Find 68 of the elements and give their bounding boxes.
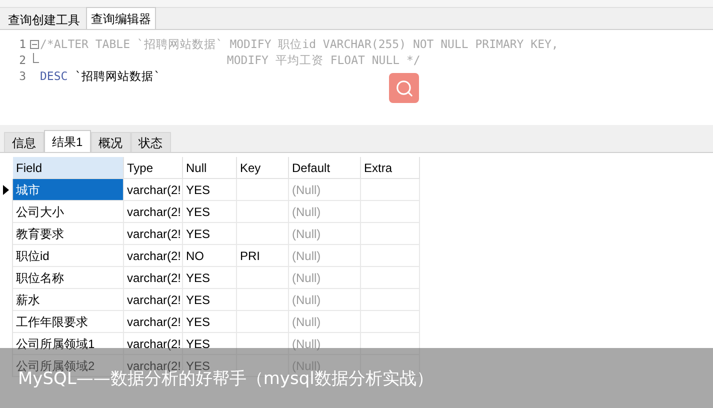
table-row[interactable]: 公司所属领域1 varchar(2! YES (Null) bbox=[0, 333, 713, 355]
line-number: 1 bbox=[18, 36, 27, 52]
search-icon bbox=[394, 78, 414, 98]
table-row[interactable]: 职位id varchar(2! NO PRI (Null) bbox=[0, 245, 713, 267]
table-cell: 公司所属领域1 bbox=[13, 333, 124, 355]
code-comment: MODIFY 平均工资 FLOAT NULL */ bbox=[226, 52, 420, 68]
table-cell: varchar(2! bbox=[124, 311, 183, 333]
table-cell: varchar(2! bbox=[124, 267, 183, 289]
table-row[interactable]: 薪水 varchar(2! YES (Null) bbox=[0, 289, 713, 311]
table-cell: 工作年限要求 bbox=[13, 311, 124, 333]
line-number: 2 bbox=[18, 52, 27, 68]
code-keyword: DESC bbox=[40, 68, 68, 84]
column-header[interactable]: Type bbox=[124, 157, 183, 179]
table-cell: 城市 bbox=[13, 179, 124, 201]
table-cell: YES bbox=[183, 289, 237, 311]
result-tab[interactable]: 状态 bbox=[130, 132, 171, 152]
table-cell: YES bbox=[183, 223, 237, 245]
table-cell: (Null) bbox=[289, 289, 361, 311]
column-header[interactable]: Null bbox=[183, 157, 237, 179]
table-cell bbox=[361, 333, 420, 355]
column-header[interactable]: Default bbox=[289, 157, 361, 179]
column-header[interactable]: Extra bbox=[361, 157, 420, 179]
table-cell: varchar(2! bbox=[124, 245, 183, 267]
table-row[interactable]: 公司大小 varchar(2! YES (Null) bbox=[0, 201, 713, 223]
table-row[interactable]: 工作年限要求 varchar(2! YES (Null) bbox=[0, 311, 713, 333]
column-header[interactable]: Field bbox=[13, 157, 124, 179]
table-cell: (Null) bbox=[289, 333, 361, 355]
result-tab[interactable]: 概况 bbox=[90, 132, 131, 152]
code-text: `招聘网站数据` bbox=[74, 68, 161, 84]
fold-icon[interactable] bbox=[30, 40, 38, 48]
table-cell: YES bbox=[183, 311, 237, 333]
table-row[interactable]: 城市 varchar(2! YES (Null) bbox=[0, 179, 713, 201]
table-cell: (Null) bbox=[289, 311, 361, 333]
result-tab[interactable]: 结果1 bbox=[44, 130, 91, 152]
table-cell: 薪水 bbox=[13, 289, 124, 311]
table-cell: (Null) bbox=[289, 201, 361, 223]
table-cell: NO bbox=[183, 245, 237, 267]
table-cell: YES bbox=[183, 179, 237, 201]
table-cell: YES bbox=[183, 201, 237, 223]
result-tab[interactable]: 信息 bbox=[4, 132, 44, 152]
table-cell: (Null) bbox=[289, 223, 361, 245]
table-cell: 公司大小 bbox=[13, 201, 124, 223]
table-row[interactable]: 教育要求 varchar(2! YES (Null) bbox=[0, 223, 713, 245]
table-cell: (Null) bbox=[289, 245, 361, 267]
code-comment: /*ALTER TABLE `招聘网站数据` MODIFY 职位id VARCHAR(255) NOT NULL PRIMARY KEY, bbox=[40, 36, 558, 52]
editor-tab[interactable]: 查询编辑器 bbox=[86, 7, 156, 29]
table-cell: 教育要求 bbox=[13, 223, 124, 245]
table-cell: varchar(2! bbox=[124, 201, 183, 223]
table-cell: varchar(2! bbox=[124, 223, 183, 245]
line-number: 3 bbox=[18, 68, 27, 84]
current-row-icon bbox=[3, 185, 9, 195]
table-cell: varchar(2! bbox=[124, 289, 183, 311]
table-cell bbox=[237, 179, 289, 201]
column-header[interactable]: Key bbox=[237, 157, 289, 179]
fold-end-icon bbox=[32, 53, 38, 63]
table-cell: varchar(2! bbox=[124, 333, 183, 355]
table-cell: YES bbox=[183, 267, 237, 289]
table-cell: (Null) bbox=[289, 267, 361, 289]
table-cell: PRI bbox=[237, 245, 289, 267]
search-button[interactable] bbox=[389, 73, 419, 103]
table-cell: (Null) bbox=[289, 179, 361, 201]
table-cell: YES bbox=[183, 333, 237, 355]
table-row[interactable]: 职位名称 varchar(2! YES (Null) bbox=[0, 267, 713, 289]
table-cell: 职位名称 bbox=[13, 267, 124, 289]
table-cell bbox=[237, 333, 289, 355]
table-cell: varchar(2! bbox=[124, 179, 183, 201]
table-cell bbox=[361, 179, 420, 201]
table-cell: 职位id bbox=[13, 245, 124, 267]
